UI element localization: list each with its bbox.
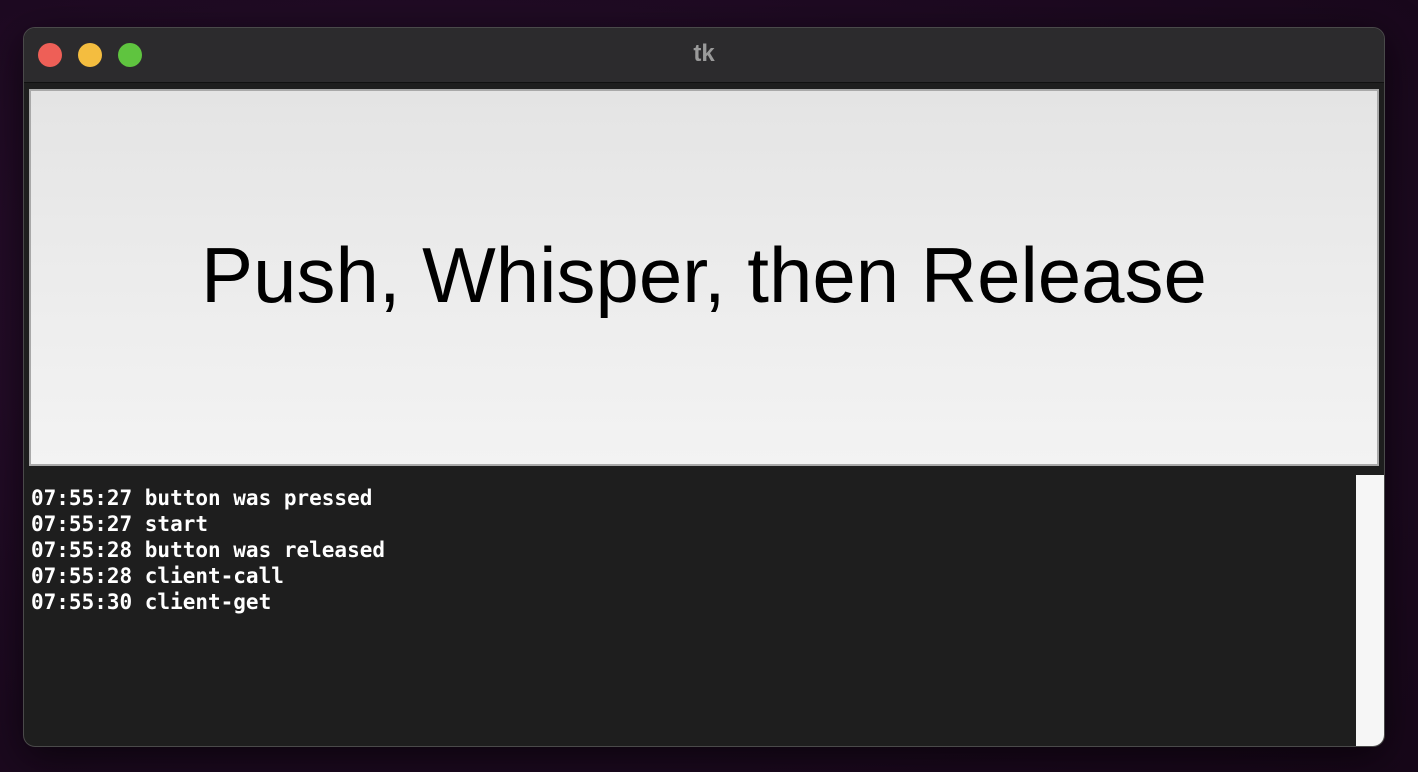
window-title: tk bbox=[693, 40, 715, 67]
log-line: 07:55:27 button was pressed bbox=[31, 486, 373, 510]
log-line: 07:55:30 client-get bbox=[31, 590, 272, 614]
log-text-area[interactable]: 07:55:27 button was pressed 07:55:27 sta… bbox=[26, 481, 1352, 743]
log-line: 07:55:27 start bbox=[31, 512, 209, 536]
log-scrollbar[interactable] bbox=[1356, 475, 1384, 746]
log-line: 07:55:28 button was released bbox=[31, 538, 386, 562]
log-line: 07:55:28 client-call bbox=[31, 564, 284, 588]
app-window: tk Push, Whisper, then Release 07:55:27 … bbox=[23, 27, 1385, 747]
push-to-talk-button[interactable]: Push, Whisper, then Release bbox=[29, 89, 1379, 466]
title-bar[interactable]: tk bbox=[24, 28, 1384, 83]
push-to-talk-label: Push, Whisper, then Release bbox=[201, 231, 1207, 319]
